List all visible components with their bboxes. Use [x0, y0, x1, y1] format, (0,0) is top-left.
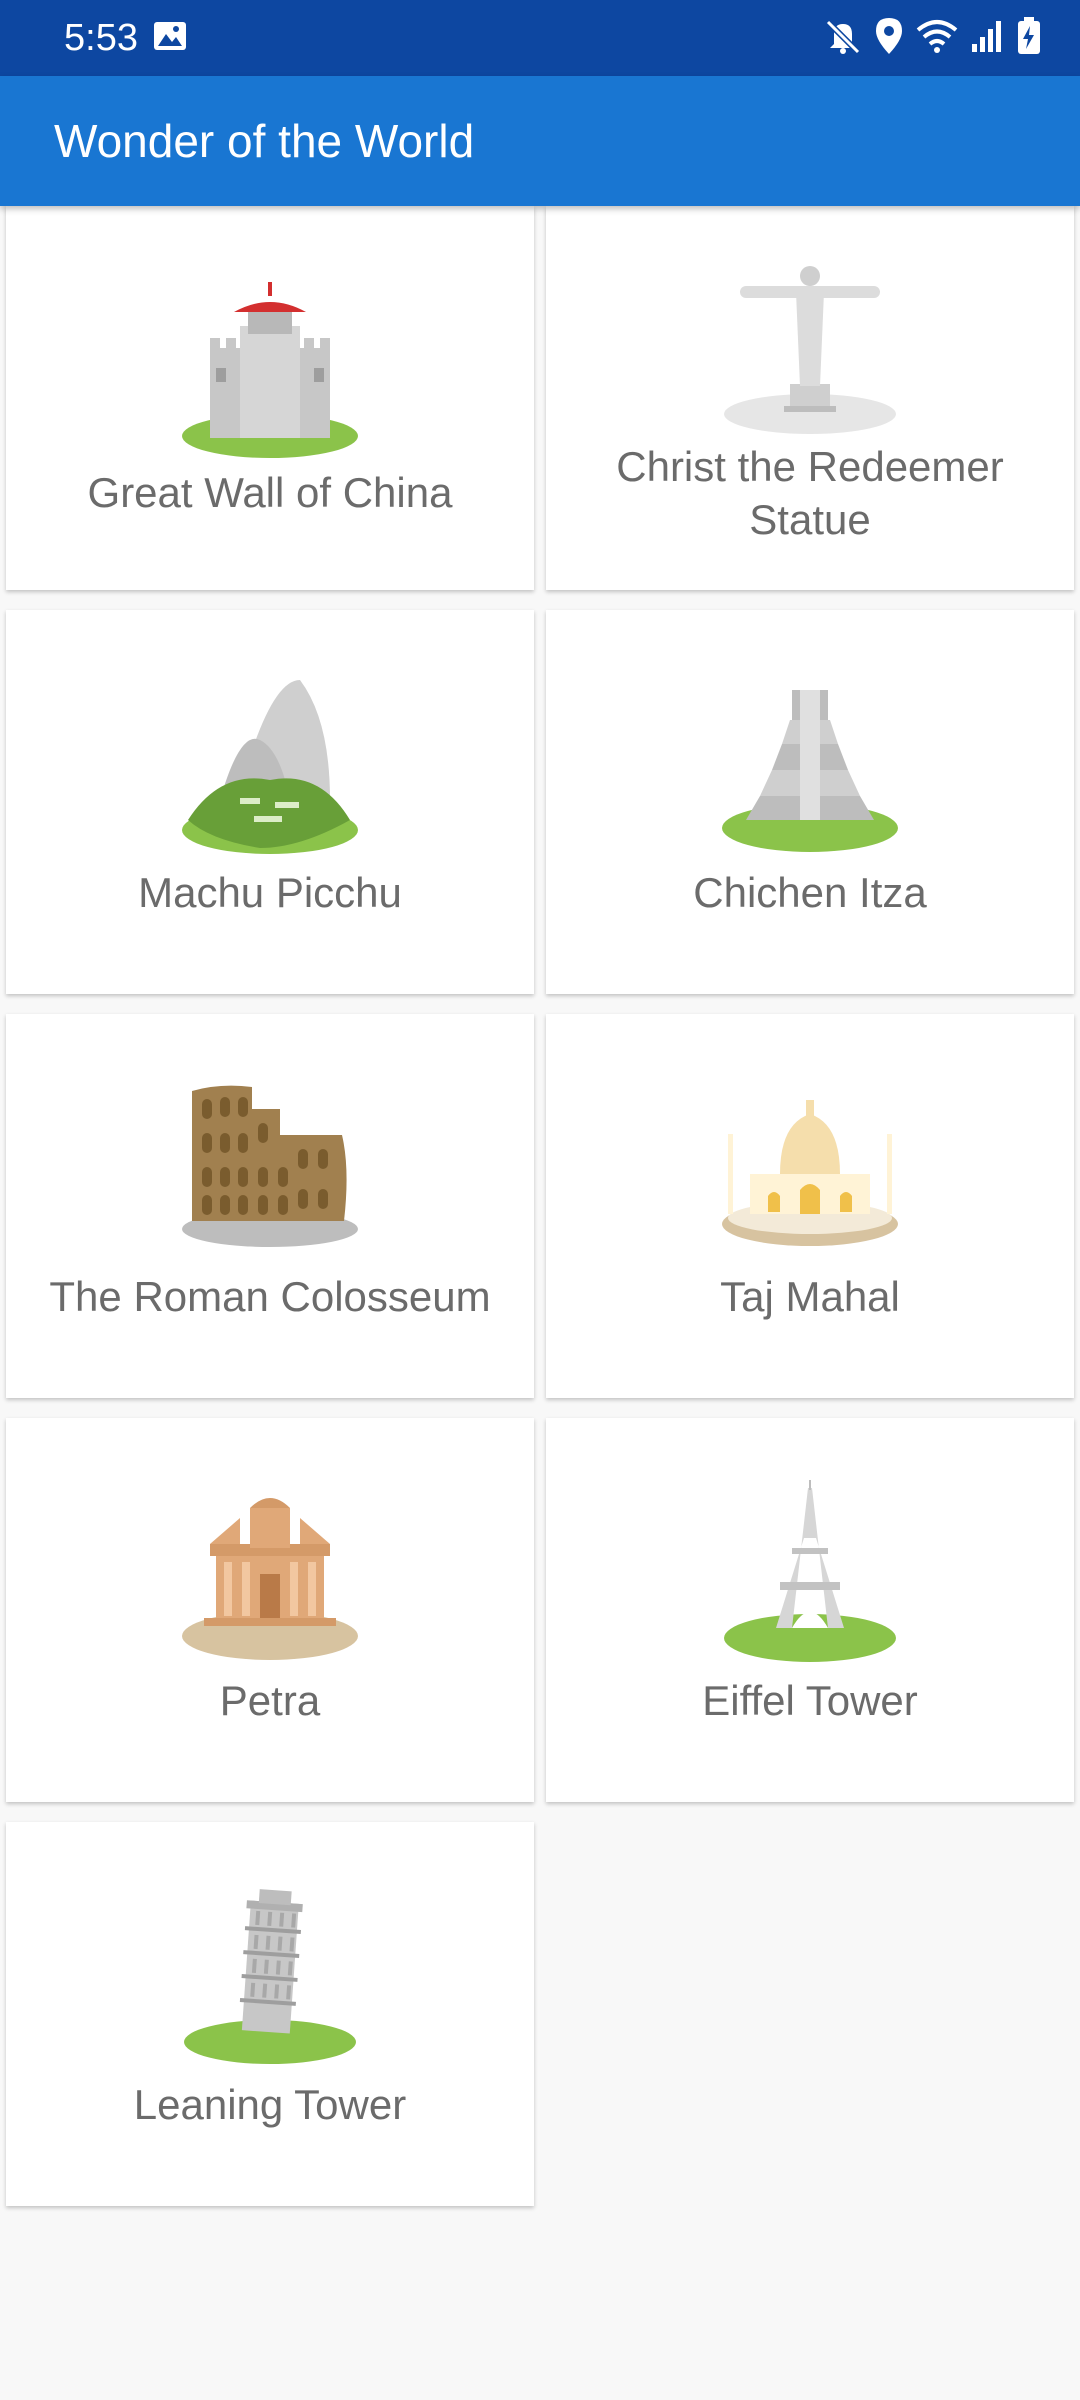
wifi-icon	[916, 16, 958, 61]
status-icons	[824, 16, 1042, 61]
christ-redeemer-icon	[546, 236, 1074, 436]
wonder-label: Christ the Redeemer Statue	[616, 443, 1004, 543]
wonder-card-leaning-tower[interactable]: Leaning Tower	[6, 1822, 534, 2206]
chichen-itza-icon	[546, 655, 1074, 855]
battery-icon	[1016, 16, 1042, 61]
eiffel-tower-icon	[546, 1463, 1074, 1663]
wonder-label: Chichen Itza	[693, 869, 927, 916]
wonder-card-petra[interactable]: Petra	[6, 1418, 534, 1802]
app-title: Wonder of the World	[54, 115, 475, 167]
wonder-card-christ-redeemer[interactable]: Christ the Redeemer Statue	[546, 206, 1074, 590]
app-bar: Wonder of the World	[0, 76, 1080, 206]
wonder-card-eiffel-tower[interactable]: Eiffel Tower	[546, 1418, 1074, 1802]
wonder-card-chichen-itza[interactable]: Chichen Itza	[546, 610, 1074, 994]
signal-icon	[970, 16, 1004, 61]
location-icon	[874, 16, 904, 61]
wonder-card-great-wall[interactable]: Great Wall of China	[6, 206, 534, 590]
wonder-label: Taj Mahal	[720, 1273, 900, 1320]
status-bar: 5:53	[0, 0, 1080, 76]
wonder-label: The Roman Colosseum	[49, 1273, 491, 1320]
status-time: 5:53	[64, 17, 138, 59]
wonder-label: Eiffel Tower	[702, 1677, 918, 1724]
petra-icon	[6, 1463, 534, 1663]
mute-icon	[824, 16, 862, 61]
machu-picchu-icon	[6, 655, 534, 855]
leaning-tower-icon	[6, 1867, 534, 2067]
wonder-label: Machu Picchu	[138, 869, 402, 916]
wonder-label: Great Wall of China	[87, 469, 453, 516]
wonder-label: Petra	[219, 1677, 321, 1724]
wonder-label: Leaning Tower	[133, 2081, 407, 2128]
wonder-card-colosseum[interactable]: The Roman Colosseum	[6, 1014, 534, 1398]
colosseum-icon	[6, 1054, 534, 1254]
gallery-icon	[152, 18, 188, 59]
wonder-card-machu-picchu[interactable]: Machu Picchu	[6, 610, 534, 994]
taj-mahal-icon	[546, 1059, 1074, 1259]
great-wall-icon	[6, 261, 534, 461]
wonder-card-taj-mahal[interactable]: Taj Mahal	[546, 1014, 1074, 1398]
